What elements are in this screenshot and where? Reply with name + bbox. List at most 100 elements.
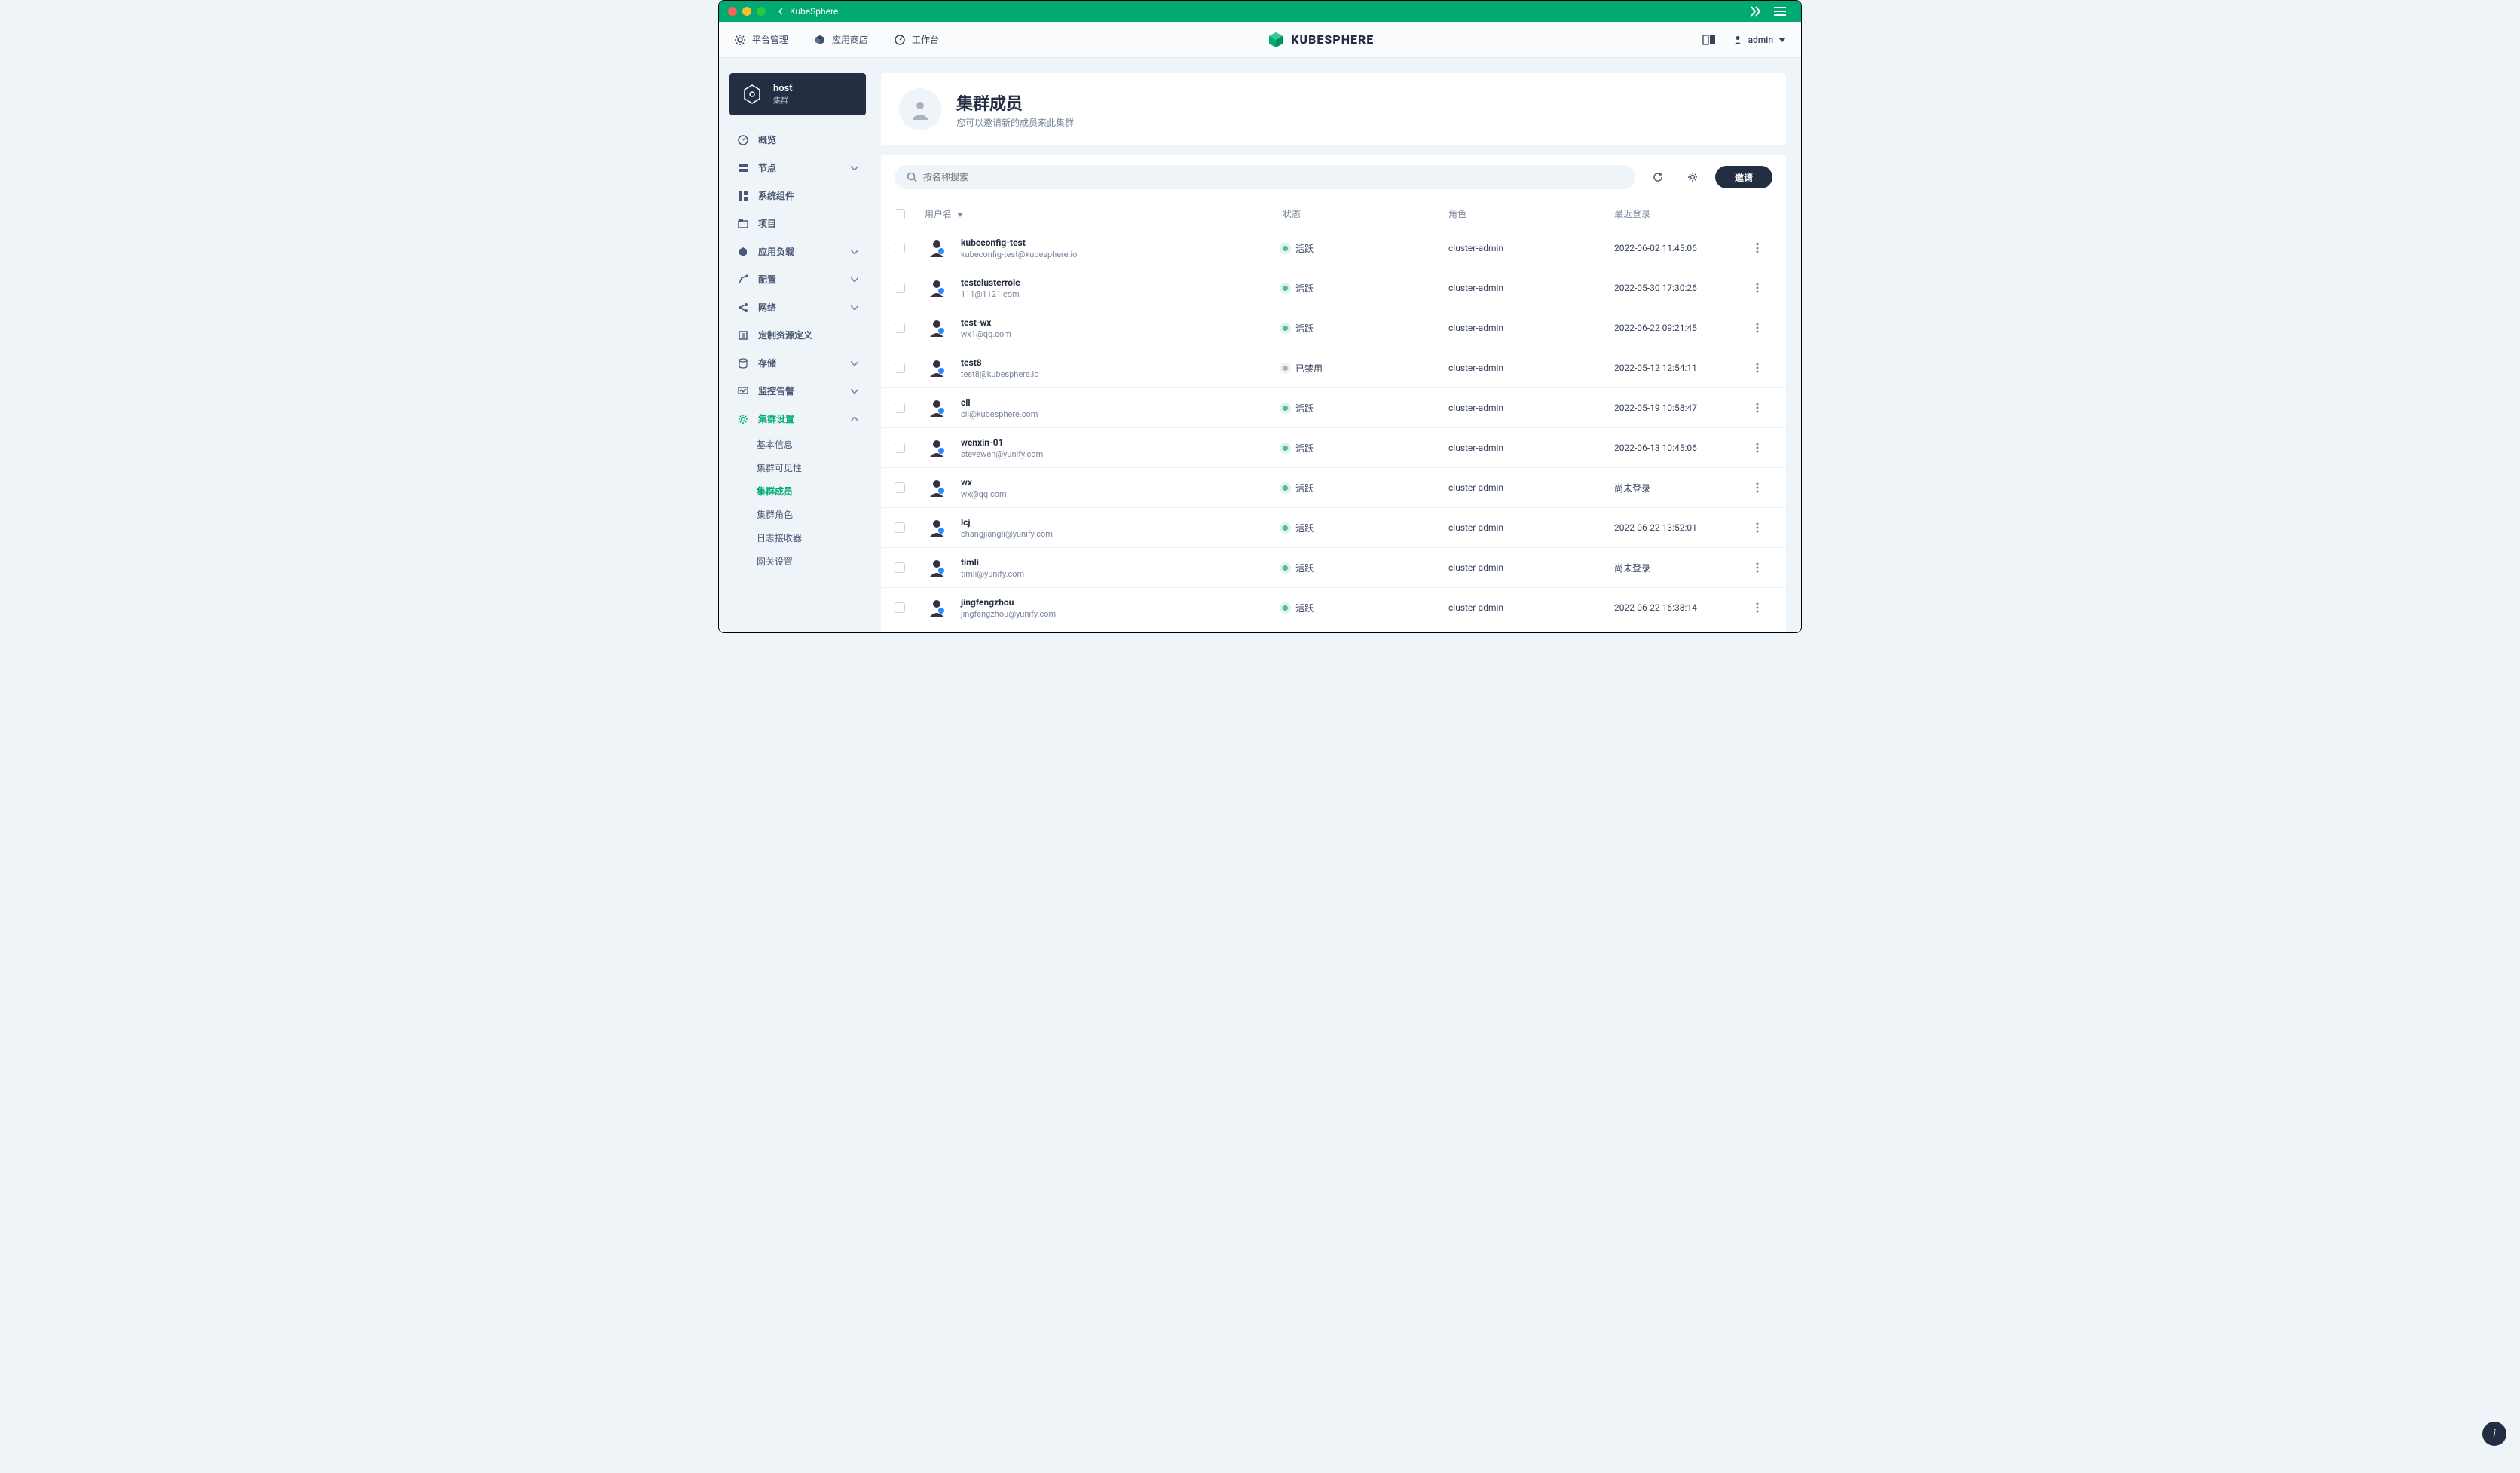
sidebar-item[interactable]: 存储 [729,349,866,377]
sidebar-sub-item[interactable]: 集群角色 [752,503,866,526]
nav-workspace[interactable]: 工作台 [894,33,939,46]
user-menu[interactable]: admin [1732,35,1786,45]
settings-button[interactable] [1681,165,1705,189]
invite-button[interactable]: 邀请 [1715,166,1772,188]
sidebar-sub-item[interactable]: 日志接收器 [752,526,866,550]
row-actions-button[interactable] [1742,283,1772,293]
toolbar: 邀请 [881,155,1786,200]
titlebar-forward-icon[interactable] [1744,6,1768,17]
role-cell: cluster-admin [1448,522,1614,533]
row-checkbox[interactable] [895,403,905,413]
col-user-header[interactable]: 用户名 [925,207,1283,220]
status-cell: 活跃 [1283,322,1448,335]
cluster-icon [740,82,764,106]
sidebar-item-label: 概览 [758,133,776,146]
row-actions-button[interactable] [1742,323,1772,333]
sidebar-item[interactable]: 集群设置 [729,405,866,433]
row-checkbox[interactable] [895,443,905,453]
row-checkbox[interactable] [895,522,905,533]
user-name[interactable]: lcj [961,517,1053,528]
crd-icon [737,329,749,341]
row-actions-button[interactable] [1742,243,1772,253]
members-icon [899,88,941,130]
sidebar-item[interactable]: 系统组件 [729,182,866,210]
user-name[interactable]: timli [961,557,1024,568]
row-checkbox[interactable] [895,283,905,293]
search-icon [907,172,917,182]
row-checkbox[interactable] [895,363,905,373]
row-actions-button[interactable] [1742,443,1772,453]
status-dot-icon [1283,446,1288,451]
user-name[interactable]: kubeconfig-test [961,237,1077,248]
user-email: test8@kubesphere.io [961,369,1038,379]
sidebar-sub-item[interactable]: 集群成员 [752,479,866,503]
status-cell: 活跃 [1283,602,1448,614]
table-row: lcj changjiangli@yunify.com 活跃 cluster-a… [881,508,1786,548]
sidebar-item[interactable]: 应用负载 [729,237,866,265]
kebab-icon [1756,443,1759,453]
sidebar-item[interactable]: 配置 [729,265,866,293]
search-input[interactable] [923,172,1623,182]
last-login-cell: 2022-05-12 12:54:11 [1614,363,1742,373]
row-actions-button[interactable] [1742,522,1772,533]
hamburger-menu-icon[interactable] [1768,7,1792,16]
sidebar-sub-item[interactable]: 网关设置 [752,550,866,573]
sidebar: host 集群 概览 节点 系统组件 项目 应用负载 配置 网络 定制资源定义 … [719,58,876,632]
row-actions-button[interactable] [1742,482,1772,493]
row-actions-button[interactable] [1742,403,1772,413]
nav-appstore[interactable]: 应用商店 [814,33,868,46]
row-checkbox[interactable] [895,323,905,333]
user-name[interactable]: test-wx [961,317,1011,328]
sidebar-item-label: 项目 [758,217,776,230]
nav-platform[interactable]: 平台管理 [734,33,788,46]
kebab-icon [1756,403,1759,413]
refresh-button[interactable] [1646,165,1670,189]
row-actions-button[interactable] [1742,363,1772,373]
row-actions-button[interactable] [1742,602,1772,613]
workload-icon [737,246,749,258]
help-floating-button[interactable]: i [2482,1422,2506,1446]
status-dot-icon [1283,326,1288,331]
status-dot-icon [1283,406,1288,411]
row-checkbox[interactable] [895,482,905,493]
sidebar-item[interactable]: 监控告警 [729,377,866,405]
row-actions-button[interactable] [1742,562,1772,573]
status-dot-icon [1283,485,1288,491]
avatar [925,556,949,580]
row-checkbox[interactable] [895,562,905,573]
user-name[interactable]: test8 [961,357,1038,368]
kebab-icon [1756,602,1759,613]
sidebar-item[interactable]: 节点 [729,154,866,182]
chevron-down-icon [851,250,858,254]
user-name[interactable]: jingfengzhou [961,597,1056,608]
sidebar-item[interactable]: 概览 [729,126,866,154]
maximize-window-button[interactable] [757,7,766,16]
user-email: kubeconfig-test@kubesphere.io [961,250,1077,259]
search-box[interactable] [895,165,1635,189]
select-all-checkbox[interactable] [895,209,905,219]
close-window-button[interactable] [728,7,737,16]
docs-icon[interactable] [1702,35,1716,45]
sidebar-item-label: 监控告警 [758,384,794,397]
sidebar-item[interactable]: 定制资源定义 [729,321,866,349]
minimize-window-button[interactable] [742,7,751,16]
sidebar-item[interactable]: 项目 [729,210,866,237]
sidebar-item[interactable]: 网络 [729,293,866,321]
gauge-icon [737,134,749,146]
role-cell: cluster-admin [1448,243,1614,253]
sidebar-sub-item[interactable]: 集群可见性 [752,456,866,479]
kebab-icon [1756,283,1759,293]
role-cell: cluster-admin [1448,602,1614,613]
user-name[interactable]: wx [961,477,1007,488]
user-name[interactable]: testclusterrole [961,277,1020,288]
row-checkbox[interactable] [895,243,905,253]
cluster-card[interactable]: host 集群 [729,73,866,115]
brand-logo: KUBESPHERE [1267,31,1374,49]
components-icon [737,190,749,202]
row-checkbox[interactable] [895,602,905,613]
col-role-header: 角色 [1448,207,1614,220]
kebab-icon [1756,562,1759,573]
user-name[interactable]: cll [961,397,1038,408]
user-name[interactable]: wenxin-01 [961,437,1043,448]
sidebar-sub-item[interactable]: 基本信息 [752,433,866,456]
